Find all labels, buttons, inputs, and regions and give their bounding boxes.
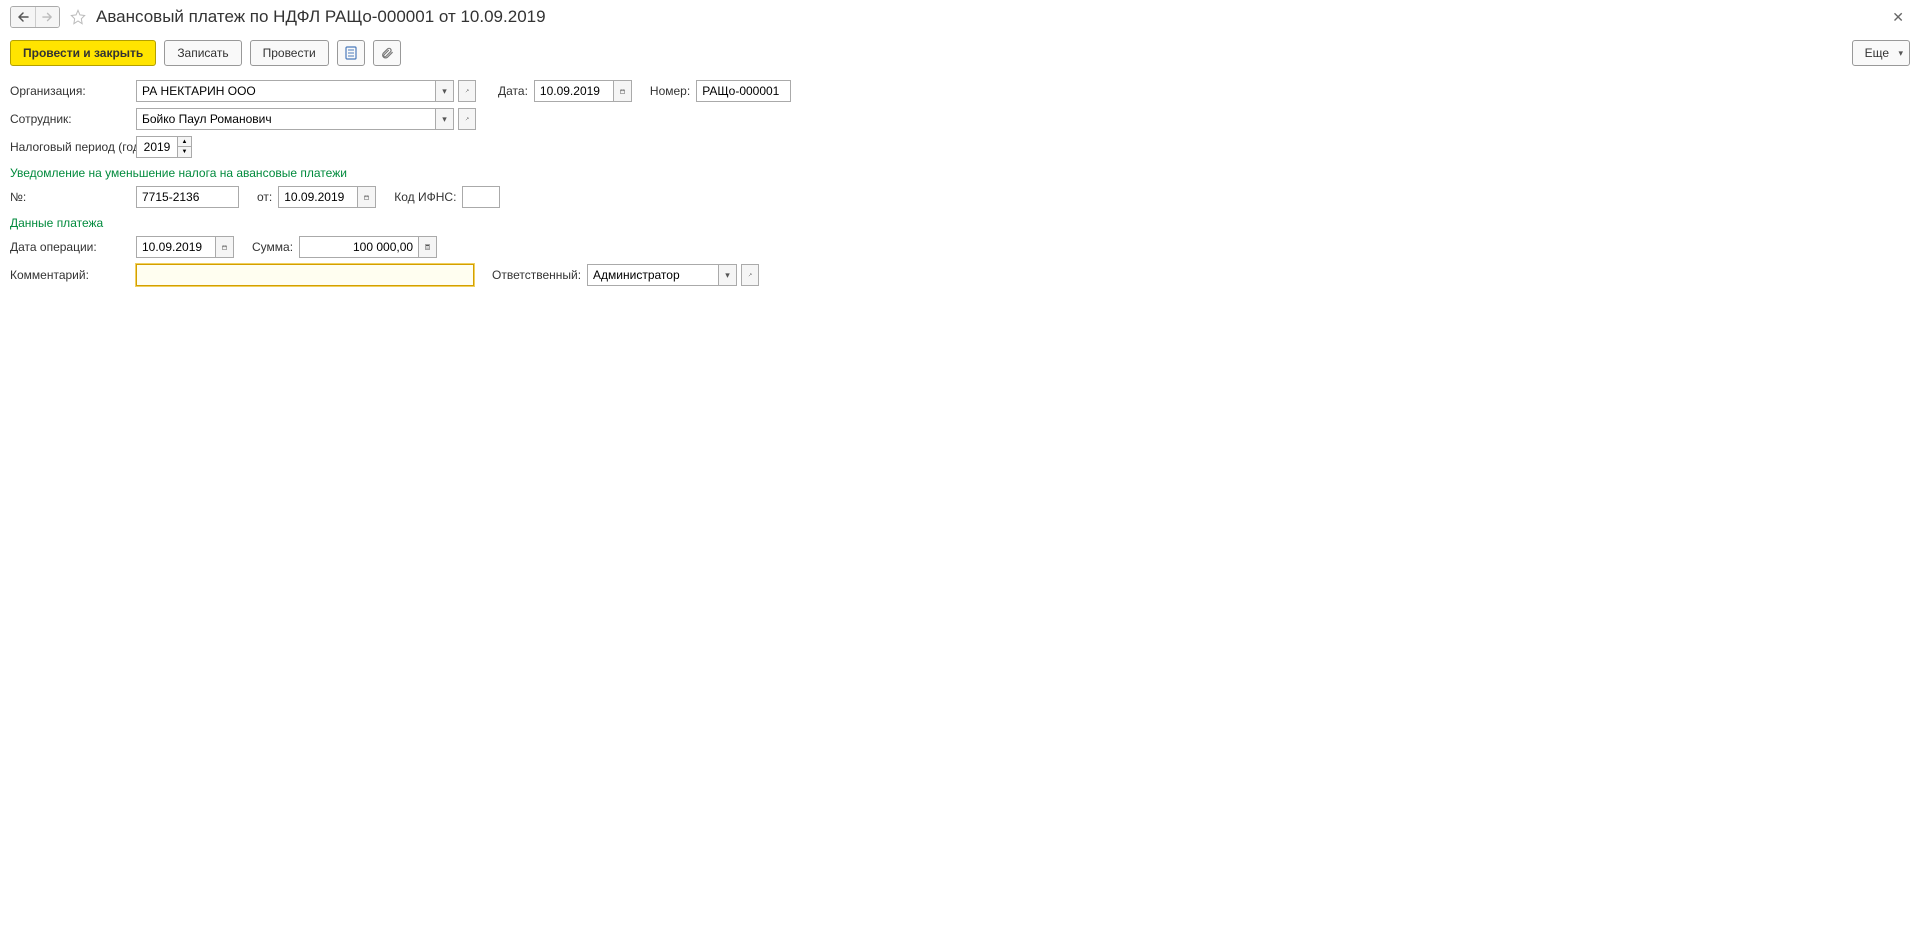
operation-date-calendar-icon[interactable] — [216, 236, 234, 258]
date-calendar-icon[interactable] — [614, 80, 632, 102]
operation-date-label: Дата операции: — [10, 240, 130, 254]
page-title: Авансовый платеж по НДФЛ РАЩо-000001 от … — [96, 7, 1882, 27]
post-button[interactable]: Провести — [250, 40, 329, 66]
sum-input[interactable] — [299, 236, 419, 258]
ifns-label: Код ИФНС: — [394, 190, 456, 204]
payment-section-title: Данные платежа — [10, 216, 1910, 230]
sum-calculator-icon[interactable] — [419, 236, 437, 258]
date-input[interactable] — [534, 80, 614, 102]
notification-no-input[interactable] — [136, 186, 239, 208]
close-icon[interactable]: ✕ — [1886, 7, 1910, 28]
organization-input[interactable] — [136, 80, 436, 102]
back-button[interactable] — [11, 7, 35, 27]
more-button[interactable]: Еще — [1852, 40, 1910, 66]
toolbar: Провести и закрыть Записать Провести Еще — [10, 40, 1910, 66]
date-label: Дата: — [498, 84, 528, 98]
post-and-close-button[interactable]: Провести и закрыть — [10, 40, 156, 66]
notification-from-calendar-icon[interactable] — [358, 186, 376, 208]
notification-from-label: от: — [257, 190, 272, 204]
comment-label: Комментарий: — [10, 268, 130, 282]
save-button[interactable]: Записать — [164, 40, 241, 66]
employee-input[interactable] — [136, 108, 436, 130]
responsible-input[interactable] — [587, 264, 719, 286]
nav-buttons — [10, 6, 60, 28]
notification-no-label: №: — [10, 190, 130, 204]
favorite-star-icon[interactable] — [68, 7, 88, 27]
responsible-dropdown-icon[interactable]: ▾ — [719, 264, 737, 286]
notification-section-title: Уведомление на уменьшение налога на аван… — [10, 166, 1910, 180]
comment-input[interactable] — [136, 264, 474, 286]
organization-open-icon[interactable] — [458, 80, 476, 102]
forward-button[interactable] — [35, 7, 59, 27]
register-movements-button[interactable] — [337, 40, 365, 66]
tax-period-up-icon[interactable]: ▲ — [178, 136, 192, 147]
operation-date-input[interactable] — [136, 236, 216, 258]
ifns-input[interactable] — [462, 186, 500, 208]
number-input[interactable] — [696, 80, 791, 102]
sum-label: Сумма: — [252, 240, 293, 254]
responsible-label: Ответственный: — [492, 268, 581, 282]
tax-period-input[interactable] — [136, 136, 178, 158]
tax-period-label: Налоговый период (год): — [10, 140, 130, 154]
organization-label: Организация: — [10, 84, 130, 98]
employee-open-icon[interactable] — [458, 108, 476, 130]
responsible-open-icon[interactable] — [741, 264, 759, 286]
organization-dropdown-icon[interactable]: ▾ — [436, 80, 454, 102]
tax-period-down-icon[interactable]: ▼ — [178, 147, 192, 158]
attachments-button[interactable] — [373, 40, 401, 66]
notification-from-input[interactable] — [278, 186, 358, 208]
employee-label: Сотрудник: — [10, 112, 130, 126]
number-label: Номер: — [650, 84, 690, 98]
employee-dropdown-icon[interactable]: ▾ — [436, 108, 454, 130]
